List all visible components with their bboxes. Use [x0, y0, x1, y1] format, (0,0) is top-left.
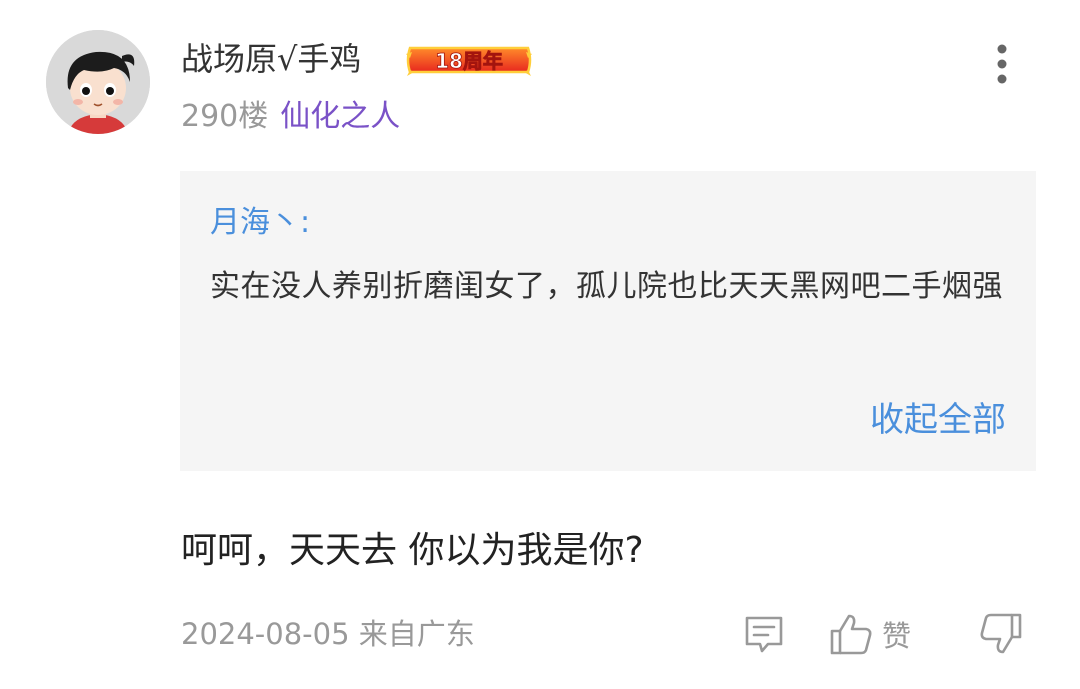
quoted-comment[interactable]: 月海丶: 实在没人养别折磨闺女了，孤儿院也比天天黑网吧二手烟强 收起全部 [180, 171, 1036, 471]
post-date: 2024-08-05 [181, 617, 350, 651]
post-location: 来自广东 [358, 617, 475, 651]
thumbs-up-icon [830, 614, 872, 655]
dislike-button[interactable] [978, 610, 1024, 658]
quote-author[interactable]: 月海丶: [210, 201, 310, 245]
anniversary-badge: 18周年 [404, 40, 534, 80]
comment-icon [745, 616, 783, 653]
username[interactable]: 战场原√手鸡 [181, 36, 361, 82]
post-footer-meta: 2024-08-05 来自广东 [181, 614, 475, 654]
avatar-illustration [46, 30, 150, 134]
post-meta: 290楼 仙化之人 [181, 95, 400, 139]
collapse-all-link[interactable]: 收起全部 [870, 397, 1006, 443]
user-level[interactable]: 仙化之人 [280, 99, 400, 134]
reply-text: 呵呵，天天去 你以为我是你? [181, 530, 644, 571]
badge-text: 18周年 [435, 49, 503, 73]
more-vertical-icon[interactable] [984, 40, 1020, 90]
comment-button[interactable] [742, 610, 786, 658]
thumbs-down-icon [980, 613, 1022, 654]
floor-number: 290楼 [181, 99, 269, 134]
avatar[interactable] [46, 30, 150, 134]
like-button[interactable]: 赞 [828, 610, 911, 658]
like-label: 赞 [882, 619, 912, 653]
quote-text: 实在没人养别折磨闺女了，孤儿院也比天天黑网吧二手烟强 [210, 269, 1003, 304]
